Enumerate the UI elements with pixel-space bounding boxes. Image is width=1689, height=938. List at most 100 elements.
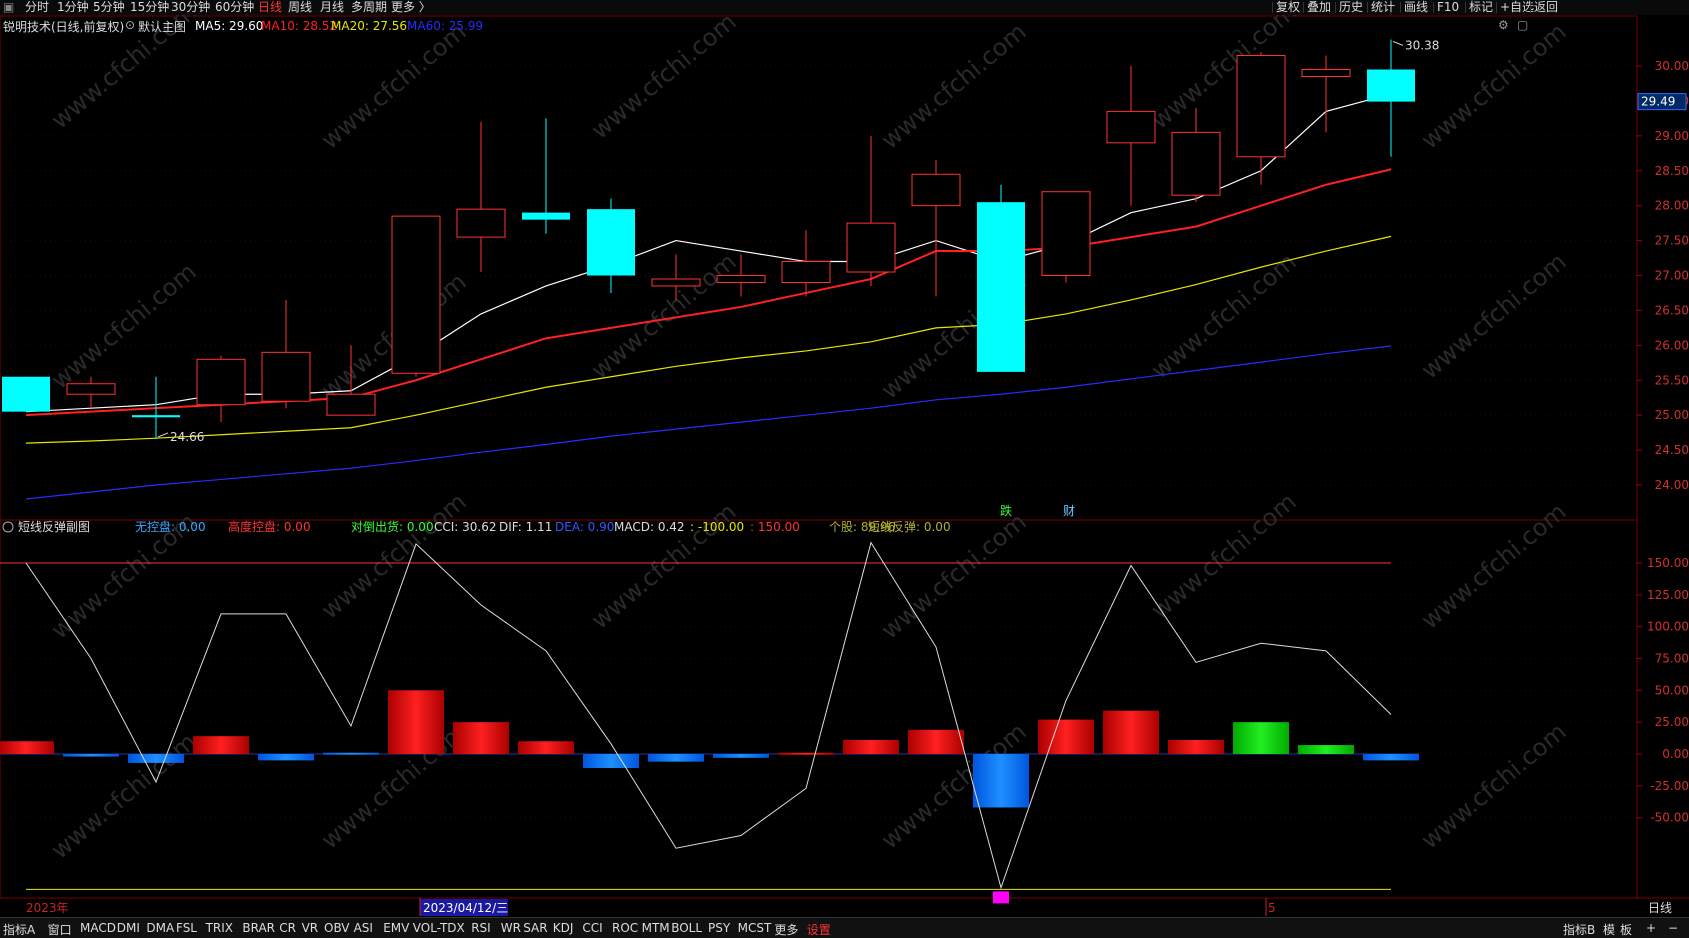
indicator-tab-13[interactable]: VOL-TDX <box>413 921 465 935</box>
toolbar-button-2[interactable]: 历史 <box>1339 0 1363 14</box>
candle-body-up <box>1171 131 1221 196</box>
indicator-tab-19[interactable]: ROC <box>612 921 638 935</box>
low-label: 24.66 <box>170 430 204 444</box>
period-tab-1[interactable]: 1分钟 <box>57 0 89 14</box>
toolbar-button-7[interactable]: +自选 <box>1500 0 1534 14</box>
indicator-tab-8[interactable]: CR <box>279 921 296 935</box>
sub-indicator-8: : 150.00 <box>750 520 800 534</box>
indicator-tab-23[interactable]: MCST <box>738 921 772 935</box>
right-tab-4[interactable]: − <box>1668 921 1678 935</box>
toolbar-button-4[interactable]: 画线 <box>1404 0 1428 14</box>
right-tab-3[interactable]: + <box>1646 921 1656 935</box>
toolbar-button-3[interactable]: 统计 <box>1371 0 1395 14</box>
indicator-tab-21[interactable]: BOLL <box>671 921 702 935</box>
toolbar-button-8[interactable]: 返回 <box>1534 0 1558 14</box>
indicator-tab-16[interactable]: SAR <box>523 921 547 935</box>
y-tick-label: 28.50 <box>1655 164 1689 178</box>
y-tick-label: 30.00 <box>1655 59 1689 73</box>
indicator-tab-1[interactable]: 窗口 <box>48 921 72 938</box>
date-label-may: 5 <box>1268 901 1276 915</box>
candle-body-up <box>716 275 766 283</box>
ma-label-2: MA20: 27.56 <box>331 19 408 33</box>
price-tag-label: 29.49 <box>1641 95 1675 109</box>
indicator-tab-12[interactable]: EMV <box>383 921 409 935</box>
indicator-tab-9[interactable]: VR <box>302 921 319 935</box>
watermark-text: www.cfchi.com <box>316 17 472 154</box>
watermark-text: www.cfchi.com <box>586 497 742 634</box>
toolbar-separator <box>1496 2 1497 13</box>
histogram-bar <box>63 754 119 757</box>
event-label-die: 跌 <box>1000 503 1012 518</box>
right-tab-0[interactable]: 指标B <box>1563 921 1595 938</box>
right-tab-2[interactable]: 板 <box>1620 921 1632 938</box>
candle-body-up <box>1041 191 1091 276</box>
period-tab-3[interactable]: 15分钟 <box>130 0 169 14</box>
indicator-tab-24[interactable]: 更多 <box>774 921 798 938</box>
period-tab-2[interactable]: 5分钟 <box>93 0 125 14</box>
indicator-tab-25[interactable]: 设置 <box>807 921 831 938</box>
toolbar-button-5[interactable]: F10 <box>1437 0 1459 14</box>
indicator-tab-5[interactable]: FSL <box>176 921 197 935</box>
toolbar-button-6[interactable]: 标记 <box>1469 0 1493 14</box>
chart-canvas[interactable]: 30.0029.5029.0028.5028.0027.5027.0026.50… <box>0 0 1689 937</box>
sub-y-tick-label: 25.00 <box>1655 715 1689 729</box>
period-tab-0[interactable]: 分时 <box>25 0 49 14</box>
template-label[interactable]: 默认主图 <box>138 18 186 35</box>
indicator-tab-18[interactable]: CCI <box>582 921 602 935</box>
toolbar-separator <box>1400 2 1401 13</box>
sub-indicator-5: DEA: 0.90 <box>555 520 614 534</box>
histogram-bar <box>453 722 509 754</box>
indicator-tab-6[interactable]: TRIX <box>206 921 233 935</box>
indicator-tab-10[interactable]: OBV <box>324 921 350 935</box>
settings-icon[interactable]: ⚙ <box>1498 18 1509 32</box>
period-tab-10[interactable]: 更多 〉 <box>391 0 431 14</box>
sub-y-tick-label: -50.00 <box>1650 811 1689 825</box>
indicator-tab-2[interactable]: MACD <box>80 921 116 935</box>
indicator-tab-15[interactable]: WR <box>501 921 521 935</box>
period-tab-8[interactable]: 月线 <box>320 0 344 14</box>
right-tab-1[interactable]: 模 <box>1603 921 1615 938</box>
collapse-icon[interactable]: ⊙ <box>125 18 135 32</box>
main-info-bar: 锐明技术(日线,前复权) ⊙ 默认主图 MA5: 29.60 MA10: 28.5… <box>0 17 1630 35</box>
candle-body-down <box>132 415 180 418</box>
sub-indicator-7: : -100.00 <box>690 520 744 534</box>
indicator-tab-20[interactable]: MTM <box>642 921 670 935</box>
indicator-tab-4[interactable]: DMA <box>146 921 174 935</box>
candle-body-up <box>1106 110 1156 144</box>
top-toolbar: 分时 1分钟 5分钟 15分钟 30分钟 60分钟 日线 周线 月线 多周期 更多 〉 ▣ 复权 叠加 历史… <box>0 0 1689 15</box>
watermark-text: www.cfchi.com <box>316 487 472 624</box>
indicator-tab-22[interactable]: PSY <box>708 921 730 935</box>
toolbar-separator <box>1303 2 1304 13</box>
indicator-tab-17[interactable]: KDJ <box>553 921 574 935</box>
toolbar-button-0[interactable]: 复权 <box>1276 0 1300 14</box>
period-tab-6[interactable]: 日线 <box>258 0 282 14</box>
histogram-bar <box>193 736 249 754</box>
indicator-tab-3[interactable]: DMI <box>117 921 140 935</box>
ma-label-1: MA10: 28.52 <box>261 19 338 33</box>
period-tab-4[interactable]: 30分钟 <box>171 0 210 14</box>
toolbar-separator <box>1433 2 1434 13</box>
indicator-tab-14[interactable]: RSI <box>471 921 491 935</box>
indicator-tab-11[interactable]: ASI <box>354 921 373 935</box>
indicator-tab-0[interactable]: 指标A <box>3 921 35 938</box>
window-icon[interactable]: ▢ <box>1517 18 1528 32</box>
y-tick-label: 26.50 <box>1655 303 1689 317</box>
high-pointer <box>1392 40 1404 46</box>
signal-marker <box>993 891 1009 904</box>
candle-body-up <box>391 215 441 374</box>
high-label: 30.38 <box>1405 38 1439 52</box>
toolbar-button-1[interactable]: 叠加 <box>1307 0 1331 14</box>
bottom-tab-bar: 指标A 窗口 MACD DMI DMA FSL TRIX BRAR CR VR OBV ASI EMV V… <box>0 917 1689 938</box>
candle-body-down <box>522 212 570 220</box>
period-tab-7[interactable]: 周线 <box>288 0 312 14</box>
low-pointer <box>157 432 169 438</box>
period-tab-5[interactable]: 60分钟 <box>215 0 254 14</box>
period-tab-9[interactable]: 多周期 <box>351 0 387 14</box>
indicator-tab-7[interactable]: BRAR <box>242 921 275 935</box>
y-tick-label: 25.00 <box>1655 408 1689 422</box>
menu-icon[interactable]: ▣ <box>3 0 14 14</box>
watermark-text: www.cfchi.com <box>1416 717 1572 854</box>
toolbar-separator <box>1530 2 1531 13</box>
date-label-year: 2023年 <box>26 901 69 915</box>
candle-body-up <box>196 358 246 406</box>
